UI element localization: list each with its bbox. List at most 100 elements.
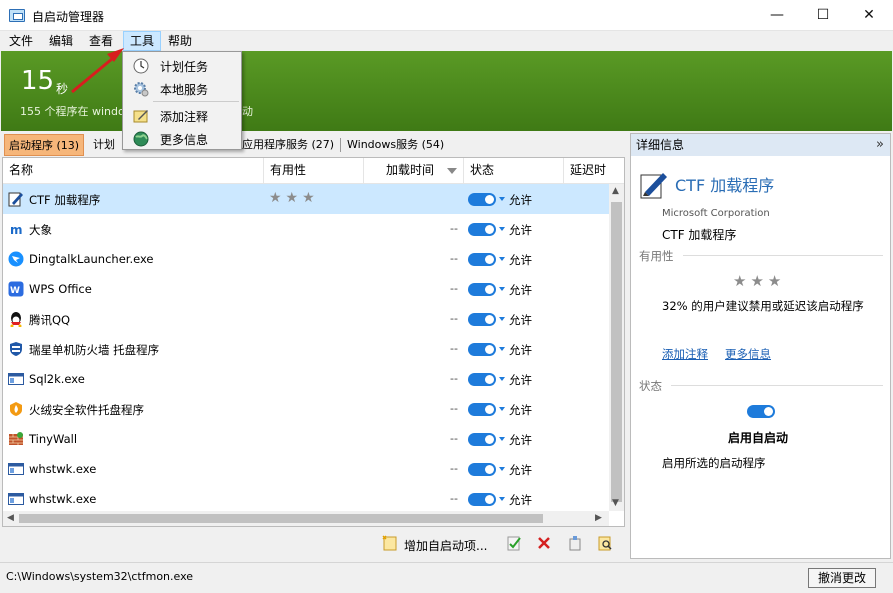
- menu-item-add-note[interactable]: 添加注释: [124, 104, 241, 127]
- wall-icon: [9, 432, 23, 445]
- col-name[interactable]: 名称: [3, 158, 264, 183]
- menu-help[interactable]: 帮助: [162, 31, 198, 51]
- table-row[interactable]: TinyWall -- 允许: [3, 424, 609, 454]
- horizontal-scroll-thumb[interactable]: [19, 514, 543, 523]
- detail-usefulness-desc: 32% 的用户建议禁用或延迟该启动程序: [662, 299, 864, 313]
- table-row[interactable]: Sql2k.exe -- 允许: [3, 364, 609, 394]
- row-name: 火绒安全软件托盘程序: [29, 403, 144, 417]
- row-toggle[interactable]: [468, 193, 496, 206]
- maximize-button[interactable]: ☐: [800, 0, 846, 31]
- col-usefulness[interactable]: 有用性: [264, 158, 364, 183]
- menu-edit[interactable]: 编辑: [43, 31, 79, 51]
- horizontal-scrollbar[interactable]: ◀ ▶: [3, 511, 609, 526]
- table-row[interactable]: 火绒安全软件托盘程序 -- 允许: [3, 394, 609, 424]
- chevron-down-icon[interactable]: [499, 437, 505, 441]
- menu-item-label: 更多信息: [160, 133, 209, 147]
- menu-item-more-info[interactable]: 更多信息: [124, 127, 241, 150]
- chevron-down-icon[interactable]: [499, 347, 505, 351]
- add-note-link[interactable]: 添加注释: [662, 346, 708, 362]
- table-row[interactable]: W WPS Office -- 允许: [3, 274, 609, 304]
- find-icon[interactable]: [597, 535, 613, 551]
- menu-bar: 文件 编辑 查看 工具 帮助: [0, 31, 893, 51]
- row-status: 允许: [509, 193, 532, 207]
- row-toggle[interactable]: [468, 313, 496, 326]
- banner-subtitle: 155 个程序在 windo: [20, 105, 125, 118]
- row-load-time: --: [450, 462, 458, 475]
- col-status[interactable]: 状态: [464, 158, 564, 183]
- row-load-time: --: [450, 342, 458, 355]
- row-status: 允许: [509, 403, 532, 417]
- row-status: 允许: [509, 373, 532, 387]
- wps-icon: W: [8, 281, 24, 297]
- tab-app-services[interactable]: 应用程序服务 (27): [238, 134, 338, 156]
- col-load-time[interactable]: 加载时间: [364, 158, 464, 183]
- row-toggle[interactable]: [468, 373, 496, 386]
- delete-icon[interactable]: [536, 535, 552, 551]
- undo-changes-button[interactable]: 撤消更改: [808, 568, 876, 588]
- row-load-time: --: [450, 312, 458, 325]
- table-row[interactable]: whstwk.exe -- 允许: [3, 454, 609, 484]
- row-name: 瑞星单机防火墙 托盘程序: [29, 343, 160, 357]
- menu-item-scheduled-tasks[interactable]: 计划任务: [124, 54, 241, 77]
- detail-header-label: 详细信息: [636, 138, 685, 152]
- chevron-down-icon[interactable]: [499, 227, 505, 231]
- enable-autostart-toggle[interactable]: [747, 405, 775, 418]
- row-toggle[interactable]: [468, 463, 496, 476]
- menu-view[interactable]: 查看: [83, 31, 119, 51]
- collapse-icon[interactable]: »: [876, 134, 884, 156]
- detail-panel: 详细信息 » CTF 加载程序 Microsoft Corporation CT…: [630, 133, 891, 559]
- vertical-scroll-thumb[interactable]: [611, 202, 622, 502]
- chevron-down-icon[interactable]: [499, 467, 505, 471]
- chevron-down-icon[interactable]: [499, 287, 505, 291]
- add-startup-button[interactable]: 增加自启动项...: [404, 537, 487, 554]
- scroll-right-icon[interactable]: ▶: [595, 513, 602, 523]
- table-row[interactable]: CTF 加载程序 ★★★ 允许: [3, 184, 609, 214]
- boot-seconds-unit: 秒: [56, 82, 69, 96]
- row-name: TinyWall: [29, 432, 78, 446]
- menu-item-local-services[interactable]: 本地服务: [124, 77, 241, 100]
- scroll-left-icon[interactable]: ◀: [7, 513, 14, 523]
- chevron-down-icon[interactable]: [499, 197, 505, 201]
- menu-tools[interactable]: 工具: [123, 31, 162, 51]
- chevron-down-icon[interactable]: [499, 257, 505, 261]
- row-toggle[interactable]: [468, 433, 496, 446]
- row-toggle[interactable]: [468, 493, 496, 506]
- table-row[interactable]: 腾讯QQ -- 允许: [3, 304, 609, 334]
- menu-file[interactable]: 文件: [3, 31, 39, 51]
- minimize-button[interactable]: —: [754, 0, 800, 31]
- tab-startup[interactable]: 启动程序 (13): [4, 134, 85, 156]
- row-toggle[interactable]: [468, 403, 496, 416]
- row-toggle[interactable]: [468, 253, 496, 266]
- table-row[interactable]: DingtalkLauncher.exe -- 允许: [3, 244, 609, 274]
- clock-icon: [133, 58, 149, 74]
- tab-scheduled[interactable]: 计划: [89, 134, 119, 156]
- add-startup-icon[interactable]: [382, 535, 398, 551]
- row-toggle[interactable]: [468, 343, 496, 356]
- tab-windows-services[interactable]: Windows服务 (54): [343, 134, 448, 156]
- table-row[interactable]: whstwk.exe -- 允许: [3, 484, 609, 514]
- window-title: 自启动管理器: [32, 10, 105, 24]
- col-delay[interactable]: 延迟时: [564, 158, 624, 183]
- vertical-scrollbar[interactable]: ▲ ▼: [609, 184, 624, 511]
- table-row[interactable]: 瑞星单机防火墙 托盘程序 -- 允许: [3, 334, 609, 364]
- sort-desc-icon: [447, 168, 457, 174]
- properties-icon[interactable]: [567, 535, 583, 551]
- row-toggle[interactable]: [468, 223, 496, 236]
- chevron-down-icon[interactable]: [499, 377, 505, 381]
- close-button[interactable]: ✕: [846, 0, 892, 31]
- row-name: CTF 加载程序: [29, 193, 101, 207]
- scroll-down-icon[interactable]: ▼: [612, 498, 619, 508]
- chevron-down-icon[interactable]: [499, 407, 505, 411]
- scroll-up-icon[interactable]: ▲: [612, 186, 619, 196]
- startup-program-list: 名称 有用性 加载时间 状态 延迟时 CTF 加载程序 ★★★ 允许 m 大象 …: [2, 157, 625, 527]
- enable-icon[interactable]: [506, 535, 522, 551]
- more-info-link[interactable]: 更多信息: [725, 346, 771, 362]
- enable-autostart-label: 启用自启动: [728, 431, 789, 445]
- chevron-down-icon[interactable]: [499, 317, 505, 321]
- note-icon: [133, 110, 148, 123]
- chevron-down-icon[interactable]: [499, 497, 505, 501]
- row-toggle[interactable]: [468, 283, 496, 296]
- gear-icon: [134, 82, 149, 97]
- table-row[interactable]: m 大象 -- 允许: [3, 214, 609, 244]
- row-status: 允许: [509, 253, 532, 267]
